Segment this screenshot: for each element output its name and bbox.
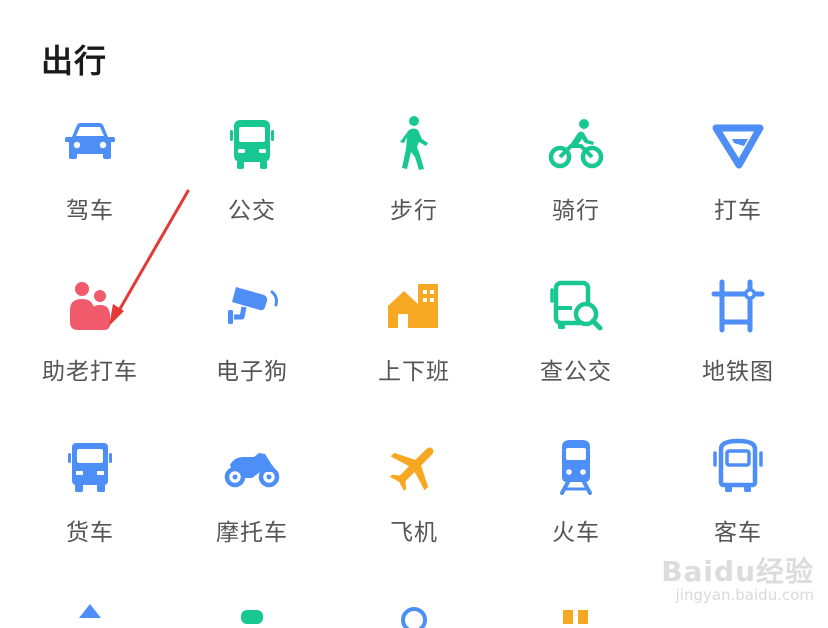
item-label: 电子狗: [216, 359, 288, 385]
item-truck[interactable]: 货车: [9, 435, 171, 596]
cyclist-icon: [544, 113, 608, 177]
item-label: 上下班: [378, 359, 450, 385]
item-label: 公交: [228, 198, 276, 224]
home-office-icon: [382, 274, 446, 338]
item-commute[interactable]: 上下班: [333, 274, 495, 435]
item-label: 摩托车: [216, 520, 288, 546]
item-elderly-taxi[interactable]: 助老打车: [9, 274, 171, 435]
train-icon: [544, 435, 608, 499]
item-label: 打车: [714, 198, 762, 224]
item-label: 助老打车: [42, 359, 138, 385]
item-label: 货车: [66, 520, 114, 546]
subway-map-icon: [706, 274, 770, 338]
grid-row: 驾车 公交 步行 骑行 打车: [9, 113, 819, 274]
partial-icon-blue-triangle: [9, 598, 171, 628]
item-walk[interactable]: 步行: [333, 113, 495, 274]
item-train[interactable]: 火车: [495, 435, 657, 596]
watermark-url: jingyan.baidu.com: [675, 586, 814, 604]
coach-icon: [706, 435, 770, 499]
section-title: 出行: [41, 42, 108, 80]
elderly-pair-icon: [58, 274, 122, 338]
partial-icon-blue-ring: [333, 598, 495, 628]
watermark: Baidu经验 jingyan.baidu.com: [661, 550, 814, 604]
watermark-brand: Baidu经验: [661, 555, 814, 588]
grid-row: 助老打车 电子狗 上下班 查公交 地铁图: [9, 274, 819, 435]
motorcycle-icon: [220, 435, 284, 499]
car-icon: [58, 113, 122, 177]
item-label: 驾车: [66, 198, 114, 224]
travel-grid: 驾车 公交 步行 骑行 打车 助老打车 电子狗 上下班 查公交 地铁图 货车 摩…: [9, 113, 819, 596]
partial-icon-amber: [495, 598, 657, 628]
traffic-camera-icon: [220, 274, 284, 338]
item-label: 步行: [390, 198, 438, 224]
partial-icon-green: [171, 598, 333, 628]
item-label: 飞机: [390, 520, 438, 546]
item-drive[interactable]: 驾车: [9, 113, 171, 274]
item-flight[interactable]: 飞机: [333, 435, 495, 596]
bus-search-icon: [544, 274, 608, 338]
item-label: 火车: [552, 520, 600, 546]
item-label: 查公交: [540, 359, 612, 385]
item-ride[interactable]: 骑行: [495, 113, 657, 274]
item-label: 骑行: [552, 198, 600, 224]
bus-icon: [220, 113, 284, 177]
item-bus[interactable]: 公交: [171, 113, 333, 274]
truck-icon: [58, 435, 122, 499]
item-subway-map[interactable]: 地铁图: [657, 274, 819, 435]
airplane-icon: [382, 435, 446, 499]
walking-person-icon: [382, 113, 446, 177]
item-label: 地铁图: [702, 359, 774, 385]
item-taxi[interactable]: 打车: [657, 113, 819, 274]
item-motorcycle[interactable]: 摩托车: [171, 435, 333, 596]
item-speed-camera[interactable]: 电子狗: [171, 274, 333, 435]
item-label: 客车: [714, 520, 762, 546]
taxi-logo-icon: [706, 113, 770, 177]
item-bus-query[interactable]: 查公交: [495, 274, 657, 435]
